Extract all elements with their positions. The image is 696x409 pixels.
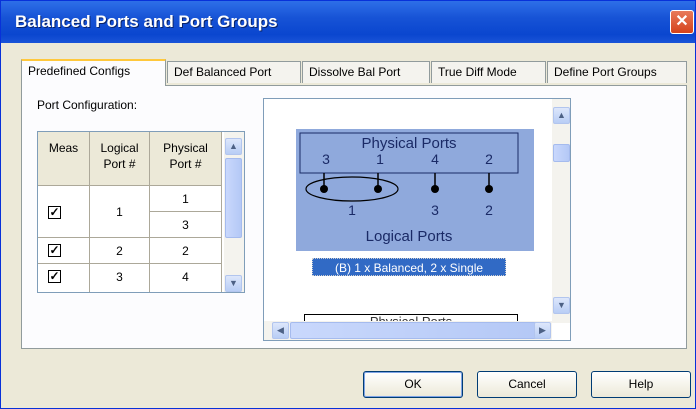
chevron-down-icon: ▼ [557,300,566,310]
port-config-grid[interactable]: Meas Logical Port # Physical Port # ✓ 1 … [37,131,245,293]
cancel-button[interactable]: Cancel [477,371,577,398]
scroll-up-button[interactable]: ▲ [225,138,242,155]
tab-predefined-configs[interactable]: Predefined Configs [21,59,166,86]
logical-port-number: 2 [485,202,493,218]
window-title: Balanced Ports and Port Groups [15,12,278,31]
preview-vscroll[interactable]: ▲ ▼ [552,99,570,323]
chevron-left-icon: ◀ [277,325,284,335]
ok-button[interactable]: OK [363,371,463,398]
grid-scrollbar[interactable]: ▲ ▼ [224,132,244,292]
tab-dissolve-bal-port[interactable]: Dissolve Bal Port [302,61,430,83]
chevron-down-icon: ▼ [229,278,238,288]
preview-hscroll[interactable]: ◀ ▶ [264,321,552,340]
column-header-logical-port: Logical Port # [90,132,150,186]
config-caption[interactable]: (B) 1 x Balanced, 2 x Single [312,258,506,276]
column-header-label: Logical [100,141,139,155]
physical-port-number: 3 [322,151,330,167]
meas-checkbox[interactable]: ✓ [48,270,61,283]
scroll-down-button[interactable]: ▼ [553,297,570,314]
title-bar[interactable]: Balanced Ports and Port Groups ✕ [1,1,695,43]
column-header-meas: Meas [38,132,90,186]
table-cell-physical: 1 [150,186,222,212]
table-cell-physical: 4 [150,264,222,292]
column-header-label: Physical [163,141,208,155]
dialog-window: Balanced Ports and Port Groups ✕ Predefi… [0,0,696,409]
tab-true-diff-mode[interactable]: True Diff Mode [431,61,546,83]
tab-define-port-groups[interactable]: Define Port Groups [547,61,687,83]
scroll-up-button[interactable]: ▲ [553,107,570,124]
physical-port-number: 4 [431,151,439,167]
close-icon: ✕ [675,13,689,30]
port-diagram: Physical Ports 3 1 4 2 1 3 2 Logical Por… [296,129,534,251]
help-button[interactable]: Help [591,371,691,398]
table-cell-logical: 1 [90,186,150,238]
close-button[interactable]: ✕ [670,10,694,34]
chevron-up-icon: ▲ [229,141,238,151]
scroll-down-button[interactable]: ▼ [225,275,242,292]
tab-def-balanced-port[interactable]: Def Balanced Port [167,61,301,83]
scroll-thumb[interactable] [553,144,570,162]
chevron-right-icon: ▶ [539,325,546,335]
chevron-up-icon: ▲ [557,110,566,120]
table-cell-physical: 3 [150,212,222,238]
logical-ports-label: Logical Ports [366,228,453,245]
physical-port-number: 1 [376,151,384,167]
column-header-physical-port: Physical Port # [150,132,222,186]
table-cell-meas: ✓ [38,264,90,292]
config-preview[interactable]: Physical Ports 3 1 4 2 1 3 2 Logical Por… [263,98,571,341]
scroll-left-button[interactable]: ◀ [272,322,289,339]
column-header-label: Port # [103,157,136,171]
meas-checkbox[interactable]: ✓ [48,244,61,257]
table-cell-meas: ✓ [38,186,90,238]
logical-port-number: 3 [431,202,439,218]
physical-ports-label: Physical Ports [361,135,456,152]
table-cell-meas: ✓ [38,238,90,264]
table-cell-physical: 2 [150,238,222,264]
port-diagram-graphic: Physical Ports 3 1 4 2 1 3 2 Logical Por… [299,132,519,245]
logical-port-number: 1 [348,202,356,218]
physical-port-number: 2 [485,151,493,167]
scroll-thumb[interactable] [290,322,540,339]
table-cell-logical: 2 [90,238,150,264]
port-configuration-label: Port Configuration: [37,98,138,112]
table-cell-logical: 3 [90,264,150,292]
column-header-label: Meas [48,141,79,155]
scroll-right-button[interactable]: ▶ [534,322,551,339]
scroll-thumb[interactable] [225,158,242,238]
meas-checkbox[interactable]: ✓ [48,206,61,219]
column-header-label: Port # [169,157,202,171]
